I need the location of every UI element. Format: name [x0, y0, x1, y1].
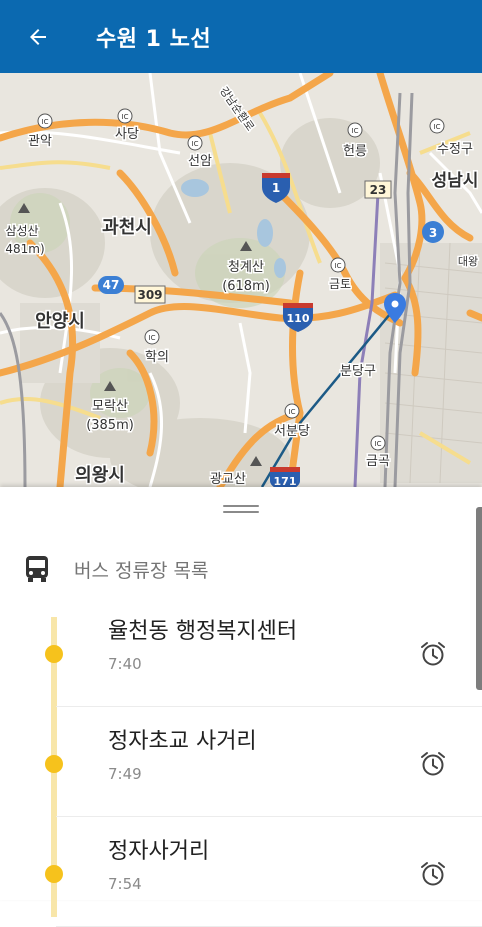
map-label-uiwang: 의왕시 [75, 465, 125, 486]
map-label-samseongsan-height: 481m) [5, 242, 44, 256]
alarm-clock-icon [421, 862, 445, 886]
ic-mark: IC [122, 113, 129, 121]
stop-name: 율천동 행정복지센터 [108, 619, 298, 644]
stop-time: 7:40 [108, 655, 142, 673]
alarm-clock-icon [421, 752, 445, 776]
map-label-sujeong: 수정구 [437, 142, 473, 157]
alarm-clock-icon [421, 642, 445, 666]
route-map[interactable]: 47 309 23 3 1 110 171 IC IC IC IC IC IC … [0, 73, 482, 487]
map-label-geumgok: 금곡 [366, 454, 390, 469]
map-label-seongnam: 성남시 [432, 171, 479, 191]
map-label-hagui: 학의 [145, 350, 169, 365]
stop-dot [45, 645, 63, 663]
road-shield-1: 1 [272, 181, 280, 195]
alarm-button[interactable] [418, 639, 448, 669]
road-shield-171: 171 [274, 475, 297, 487]
map-label-anyang: 안양시 [35, 311, 85, 332]
stop-name: 정자사거리 [108, 839, 210, 864]
map-label-seobundang: 서분당 [274, 424, 310, 439]
map-label-daewang: 대왕 [458, 255, 478, 268]
stop-item[interactable]: 정자초교 사거리 7:49 [0, 707, 482, 817]
stop-dot [45, 865, 63, 883]
alarm-button[interactable] [418, 859, 448, 889]
map-label-moraksan-height: (385m) [86, 418, 134, 433]
road-shield-47: 47 [103, 278, 120, 292]
ic-mark: IC [335, 262, 342, 270]
bus-stop-sheet: 버스 정류장 목록 율천동 행정복지센터 7:40 정자초교 사거리 7:49 [0, 487, 482, 927]
map-label-seonam: 선암 [188, 154, 212, 169]
road-shield-23: 23 [370, 183, 387, 197]
map-label-sadang: 사당 [115, 127, 139, 142]
stop-name: 정자초교 사거리 [108, 729, 257, 754]
scrollbar[interactable] [476, 507, 482, 690]
ic-mark: IC [375, 440, 382, 448]
road-shield-3: 3 [429, 226, 437, 240]
map-label-gwacheon: 과천시 [102, 217, 152, 238]
road-shield-309: 309 [137, 288, 162, 302]
map-label-bundang: 분당구 [340, 364, 376, 379]
stop-dot [45, 755, 63, 773]
stop-time: 7:49 [108, 765, 142, 783]
drag-handle[interactable] [223, 505, 259, 515]
ic-mark: IC [192, 140, 199, 148]
bus-icon [26, 556, 48, 582]
ic-mark: IC [289, 408, 296, 416]
page-title: 수원 1 노선 [96, 26, 212, 52]
ic-mark: IC [149, 334, 156, 342]
map-label-hyeonreung: 헌릉 [343, 144, 367, 159]
map-label-cheonggyesan: 청계산 [228, 260, 264, 275]
alarm-button[interactable] [418, 749, 448, 779]
stop-time: 7:54 [108, 875, 142, 893]
back-button[interactable] [0, 0, 76, 73]
ic-mark: IC [42, 118, 49, 126]
section-header: 버스 정류장 목록 [24, 553, 208, 585]
map-label-cheonggyesan-height: (618m) [222, 279, 270, 294]
stop-item[interactable]: 율천동 행정복지센터 7:40 [0, 597, 482, 707]
ic-mark: IC [352, 127, 359, 135]
map-label-gwanggyosan: 광교산 [210, 472, 246, 487]
road-shield-110: 110 [287, 312, 310, 325]
map-label-gwanak: 관악 [28, 134, 52, 149]
map-label-geumto: 금토 [329, 277, 351, 291]
arrow-left-icon [30, 28, 46, 45]
section-title: 버스 정류장 목록 [74, 559, 209, 582]
stop-list: 율천동 행정복지센터 7:40 정자초교 사거리 7:49 정자사거리 7:54 [0, 597, 482, 927]
map-label-samseongsan: 삼성산 [5, 224, 38, 238]
stop-item[interactable]: 정자사거리 7:54 [0, 817, 482, 927]
app-bar: 수원 1 노선 [0, 0, 482, 73]
map-label-moraksan: 모락산 [92, 399, 128, 414]
ic-mark: IC [434, 123, 441, 131]
